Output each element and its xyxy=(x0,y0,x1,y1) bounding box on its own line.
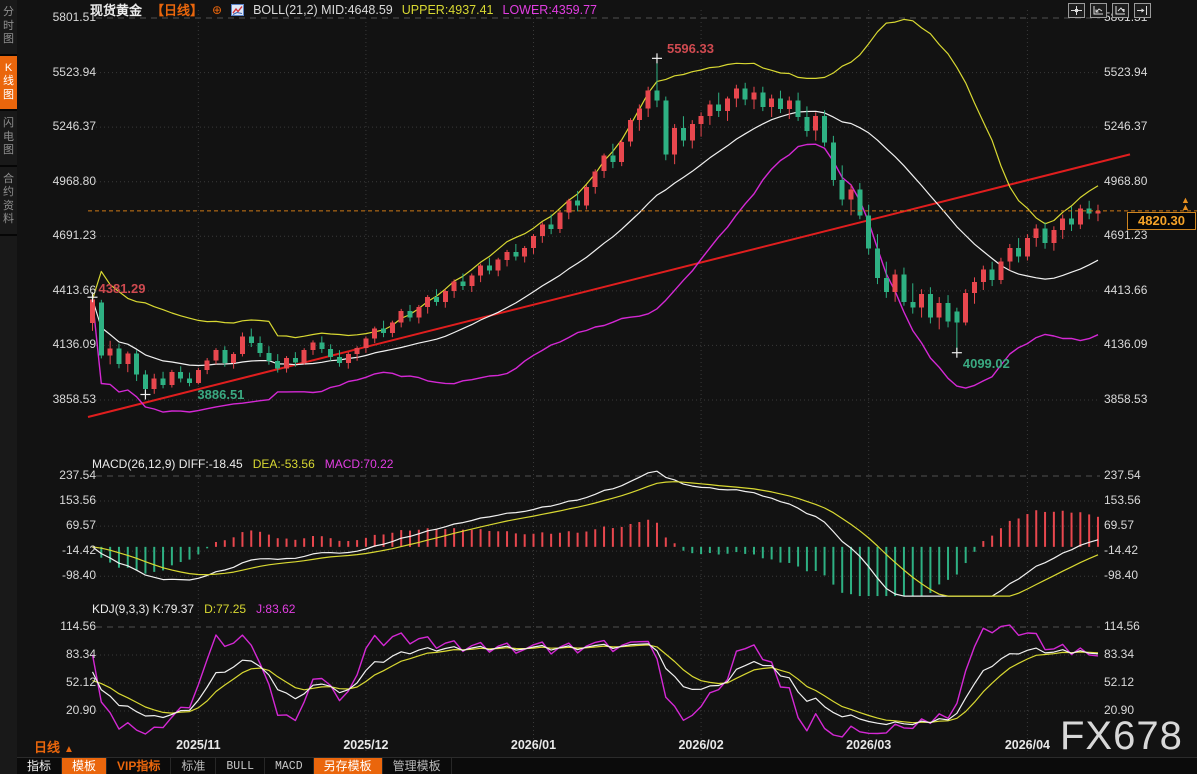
period-label: 日线 xyxy=(34,740,60,755)
macd-button[interactable]: MACD xyxy=(265,758,314,774)
boll-indicator-label: BOLL(21,2) MID:4648.59 xyxy=(253,3,393,17)
trading-app-window: 5801.515523.945246.374968.804691.234413.… xyxy=(0,0,1197,774)
site-watermark: FX678 xyxy=(1060,714,1183,759)
add-indicator-icon[interactable]: ⊕ xyxy=(212,3,222,17)
axis-zoom-out-icon[interactable] xyxy=(1112,3,1129,18)
mini-chart-icon[interactable] xyxy=(231,4,244,16)
sidebar-chart-tabs: 分时图K线图闪电图合约资料 xyxy=(0,0,17,774)
boll-upper-label: UPPER:4937.41 xyxy=(402,3,494,17)
sidebar-tab-time-share-chart[interactable]: 分时图 xyxy=(0,0,17,56)
kdj-panel-header: KDJ(9,3,3) K:79.37 D:77.25 J:83.62 xyxy=(92,602,295,616)
sidebar-tab-contract-info[interactable]: 合约资料 xyxy=(0,167,17,236)
standard-button[interactable]: 标准 xyxy=(171,758,216,774)
macd-dea-label: DEA:-53.56 xyxy=(253,457,315,471)
symbol-title: 现货黄金 xyxy=(90,0,142,19)
chart-tool-buttons xyxy=(1068,3,1151,18)
kdj-j-label: J:83.62 xyxy=(256,602,295,616)
vip-indicator-button[interactable]: VIP指标 xyxy=(107,758,171,774)
chart-canvas[interactable] xyxy=(0,0,1197,774)
last-price-tag: 4820.30 xyxy=(1127,212,1196,230)
bottom-toolbar: 指标模板VIP指标标准BULLMACD另存模板管理模板 xyxy=(17,757,1197,774)
chevron-up-icon: ▲ xyxy=(64,744,74,755)
macd-diff-label: MACD(26,12,9) DIFF:-18.45 xyxy=(92,457,243,471)
period-selector[interactable]: 日线 ▲ xyxy=(34,737,74,756)
sidebar-tab-flash-chart[interactable]: 闪电图 xyxy=(0,111,17,167)
boll-lower-label: LOWER:4359.77 xyxy=(503,3,598,17)
jump-to-latest-icon[interactable] xyxy=(1134,3,1151,18)
bull-button[interactable]: BULL xyxy=(216,758,265,774)
save-template-button[interactable]: 另存模板 xyxy=(314,758,383,774)
manage-template-button[interactable]: 管理模板 xyxy=(383,758,452,774)
indicator-button[interactable]: 指标 xyxy=(17,758,62,774)
kdj-d-label: D:77.25 xyxy=(204,602,246,616)
crosshair-icon[interactable] xyxy=(1068,3,1085,18)
chart-header: 现货黄金 【日线】 ⊕ BOLL(21,2) MID:4648.59 UPPER… xyxy=(90,1,597,18)
period-tag: 【日线】 xyxy=(151,0,203,19)
sidebar-tab-kline-chart[interactable]: K线图 xyxy=(0,56,17,112)
template-button[interactable]: 模板 xyxy=(62,758,107,774)
kdj-k-label: KDJ(9,3,3) K:79.37 xyxy=(92,602,194,616)
axis-zoom-in-icon[interactable] xyxy=(1090,3,1107,18)
price-up-arrows-icon: ▲▲ xyxy=(1181,197,1190,211)
macd-macd-label: MACD:70.22 xyxy=(325,457,394,471)
macd-panel-header: MACD(26,12,9) DIFF:-18.45 DEA:-53.56 MAC… xyxy=(92,457,393,471)
